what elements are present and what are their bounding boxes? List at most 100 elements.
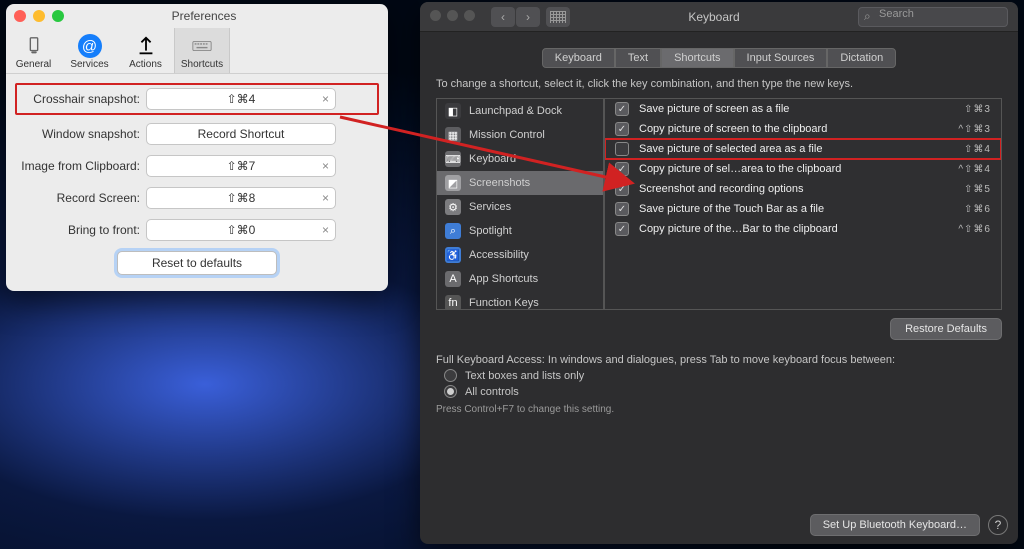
minimize-icon[interactable] bbox=[447, 10, 458, 21]
checkbox[interactable]: ✓ bbox=[615, 102, 629, 116]
radio-label: All controls bbox=[465, 386, 519, 398]
shortcut-row[interactable]: ✓ Screenshot and recording options ⇧⌘5 bbox=[605, 179, 1001, 199]
clear-icon[interactable]: × bbox=[322, 223, 329, 237]
search-input[interactable]: Search bbox=[858, 7, 1008, 27]
checkbox[interactable]: ✓ bbox=[615, 122, 629, 136]
shortcut-row: Crosshair snapshot: ⇧⌘4 × bbox=[15, 83, 379, 115]
shortcut-field[interactable]: Record Shortcut bbox=[146, 123, 336, 145]
bluetooth-keyboard-button[interactable]: Set Up Bluetooth Keyboard… bbox=[810, 514, 980, 536]
shortcut-key: ⇧⌘5 bbox=[964, 184, 991, 195]
general-icon bbox=[6, 33, 61, 59]
tab-dictation[interactable]: Dictation bbox=[827, 48, 896, 68]
actions-icon bbox=[118, 33, 173, 59]
clear-icon[interactable]: × bbox=[322, 92, 329, 106]
restore-defaults-button[interactable]: Restore Defaults bbox=[890, 318, 1002, 340]
maximize-icon[interactable] bbox=[464, 10, 475, 21]
shortcut-label: Crosshair snapshot: bbox=[20, 92, 146, 106]
category-label: Spotlight bbox=[469, 225, 512, 237]
category-icon: ♿ bbox=[445, 247, 461, 263]
show-all-button[interactable] bbox=[546, 7, 570, 27]
category-icon: ⚙ bbox=[445, 199, 461, 215]
category-item[interactable]: fnFunction Keys bbox=[437, 291, 603, 310]
shortcut-key: ^⇧⌘4 bbox=[958, 164, 991, 175]
clear-icon[interactable]: × bbox=[322, 159, 329, 173]
category-icon: A bbox=[445, 271, 461, 287]
shortcut-label: Window snapshot: bbox=[20, 127, 146, 141]
checkbox[interactable]: ✓ bbox=[615, 202, 629, 216]
back-button[interactable]: ‹ bbox=[491, 7, 515, 27]
categories-pane[interactable]: ◧Launchpad & Dock▦Mission Control ⌨ Keyboa… bbox=[436, 98, 604, 310]
toolbar-general[interactable]: General bbox=[6, 28, 62, 73]
shortcut-key: ^⇧⌘3 bbox=[958, 124, 991, 135]
toolbar-actions[interactable]: Actions bbox=[118, 28, 174, 73]
toolbar-shortcuts[interactable]: Shortcuts bbox=[174, 28, 230, 73]
close-icon[interactable] bbox=[430, 10, 441, 21]
shortcut-value: ⇧⌘0 bbox=[227, 223, 256, 237]
services-icon: @ bbox=[62, 33, 117, 59]
shortcut-row: Image from Clipboard: ⇧⌘7 × bbox=[20, 155, 374, 177]
category-label: Function Keys bbox=[469, 297, 539, 309]
help-button[interactable]: ? bbox=[988, 515, 1008, 535]
shortcut-field[interactable]: ⇧⌘4 × bbox=[146, 88, 336, 110]
category-item[interactable]: ⌕Spotlight bbox=[437, 219, 603, 243]
category-item[interactable]: A App Shortcuts bbox=[437, 267, 603, 291]
shortcut-field[interactable]: ⇧⌘8 × bbox=[146, 187, 336, 209]
traffic-lights-inactive bbox=[430, 8, 481, 26]
category-icon: ⌨ bbox=[445, 151, 461, 167]
shortcut-label: Copy picture of screen to the clipboard bbox=[639, 123, 958, 135]
shortcut-key: ^⇧⌘6 bbox=[958, 224, 991, 235]
shortcut-value: Record Shortcut bbox=[198, 127, 285, 141]
tab-input-sources[interactable]: Input Sources bbox=[734, 48, 828, 68]
reset-defaults-button[interactable]: Reset to defaults bbox=[117, 251, 277, 275]
prefs-titlebar: Preferences bbox=[6, 4, 388, 28]
category-item[interactable]: ◧Launchpad & Dock bbox=[437, 99, 603, 123]
shortcut-row[interactable]: ✓ Save picture of the Touch Bar as a fil… bbox=[605, 199, 1001, 219]
category-item[interactable]: ⌨ Keyboard bbox=[437, 147, 603, 171]
category-label: App Shortcuts bbox=[469, 273, 538, 285]
shortcut-label: Copy picture of the…Bar to the clipboard bbox=[639, 223, 958, 235]
shortcut-row[interactable]: Save picture of selected area as a file … bbox=[605, 139, 1001, 159]
shortcut-key: ⇧⌘4 bbox=[964, 144, 991, 155]
checkbox[interactable]: ✓ bbox=[615, 182, 629, 196]
shortcut-row[interactable]: ✓ Copy picture of sel…area to the clipbo… bbox=[605, 159, 1001, 179]
radio-button[interactable] bbox=[444, 385, 457, 398]
forward-button[interactable]: › bbox=[516, 7, 540, 27]
radio-button[interactable] bbox=[444, 369, 457, 382]
category-item[interactable]: ⚙Services bbox=[437, 195, 603, 219]
close-icon[interactable] bbox=[14, 10, 26, 22]
category-label: Keyboard bbox=[469, 153, 516, 165]
checkbox[interactable] bbox=[615, 142, 629, 156]
category-label: Screenshots bbox=[469, 177, 530, 189]
category-item[interactable]: ◩Screenshots bbox=[437, 171, 603, 195]
radio-row[interactable]: All controls bbox=[436, 382, 1002, 398]
shortcut-row[interactable]: ✓ Copy picture of screen to the clipboar… bbox=[605, 119, 1001, 139]
shortcut-label: Save picture of screen as a file bbox=[639, 103, 964, 115]
shortcut-row[interactable]: ✓ Copy picture of the…Bar to the clipboa… bbox=[605, 219, 1001, 239]
radio-row[interactable]: Text boxes and lists only bbox=[436, 366, 1002, 382]
shortcut-key: ⇧⌘6 bbox=[964, 204, 991, 215]
category-item[interactable]: ♿ Accessibility bbox=[437, 243, 603, 267]
shortcut-label: Bring to front: bbox=[20, 223, 146, 237]
shortcut-row[interactable]: ✓ Save picture of screen as a file ⇧⌘3 bbox=[605, 99, 1001, 119]
shortcut-label: Record Screen: bbox=[20, 191, 146, 205]
tab-shortcuts[interactable]: Shortcuts bbox=[661, 48, 733, 68]
window-title: Keyboard bbox=[570, 10, 858, 24]
prefs-body: Crosshair snapshot: ⇧⌘4 × Window snapsho… bbox=[6, 74, 388, 291]
clear-icon[interactable]: × bbox=[322, 191, 329, 205]
keyboard-access-section: Full Keyboard Access: In windows and dia… bbox=[420, 340, 1018, 398]
prefs-toolbar: General @ Services Actions Shortcuts bbox=[6, 28, 388, 74]
shortcut-field[interactable]: ⇧⌘7 × bbox=[146, 155, 336, 177]
shortcut-label: Copy picture of sel…area to the clipboar… bbox=[639, 163, 958, 175]
checkbox[interactable]: ✓ bbox=[615, 222, 629, 236]
tab-keyboard[interactable]: Keyboard bbox=[542, 48, 615, 68]
shortcuts-panes: ◧Launchpad & Dock▦Mission Control ⌨ Keyboa… bbox=[436, 98, 1002, 310]
toolbar-services[interactable]: @ Services bbox=[62, 28, 118, 73]
checkbox[interactable]: ✓ bbox=[615, 162, 629, 176]
category-label: Accessibility bbox=[469, 249, 529, 261]
shortcut-field[interactable]: ⇧⌘0 × bbox=[146, 219, 336, 241]
shortcuts-pane[interactable]: ✓ Save picture of screen as a file ⇧⌘3✓ … bbox=[604, 98, 1002, 310]
tab-text[interactable]: Text bbox=[615, 48, 661, 68]
category-item[interactable]: ▦Mission Control bbox=[437, 123, 603, 147]
nav-buttons: ‹ › bbox=[491, 7, 540, 27]
shortcut-row: Record Screen: ⇧⌘8 × bbox=[20, 187, 374, 209]
